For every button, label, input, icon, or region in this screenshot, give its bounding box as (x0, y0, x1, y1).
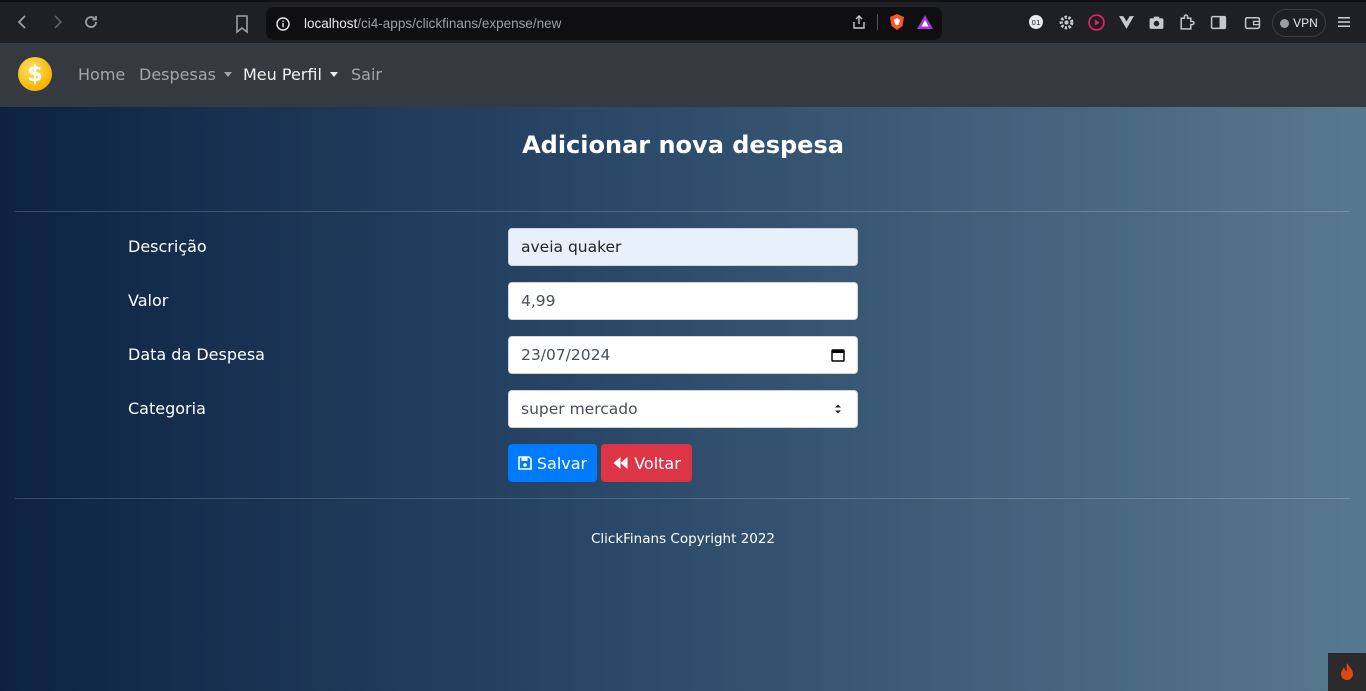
browser-toolbar: localhost/ci4-apps/clickfinans/expense/n… (0, 0, 1366, 43)
bookmark-icon[interactable] (230, 12, 254, 36)
camera-icon[interactable] (1146, 12, 1166, 32)
dollar-coin-logo[interactable]: $ (18, 57, 52, 91)
main-content: Adicionar nova despesa Descrição aveia q… (0, 107, 1366, 691)
app-navbar: $ Home Despesas Meu Perfil Sair (0, 43, 1366, 107)
vpn-label: VPN (1293, 16, 1318, 30)
salvar-label: Salvar (536, 453, 588, 473)
brand-symbol: $ (27, 61, 43, 87)
nav-despesas-label: Despesas (139, 65, 216, 84)
extensions-puzzle-icon[interactable] (1176, 12, 1196, 32)
record-icon[interactable] (1086, 12, 1106, 32)
nav-home-label: Home (78, 65, 126, 84)
backward-icon (613, 457, 628, 469)
vpn-status-icon (1280, 18, 1290, 28)
nav-meu-perfil-dropdown[interactable]: Meu Perfil (243, 65, 338, 84)
data-despesa-label: Data da Despesa (128, 345, 265, 364)
page-title: Adicionar nova despesa (522, 131, 844, 159)
valor-value: 4,99 (521, 292, 556, 310)
divider (15, 498, 1350, 499)
valor-input[interactable]: 4,99 (508, 282, 858, 320)
calendar-icon[interactable] (831, 348, 845, 362)
address-bar[interactable]: localhost/ci4-apps/clickfinans/expense/n… (266, 7, 942, 40)
brave-rewards-icon[interactable] (916, 13, 934, 31)
gear-icon[interactable] (1056, 12, 1076, 32)
svg-text:01: 01 (1032, 19, 1041, 27)
url-text: localhost/ci4-apps/clickfinans/expense/n… (304, 16, 561, 31)
voltar-label: Voltar (634, 453, 681, 473)
brave-shield-icon[interactable] (888, 13, 906, 31)
divider (15, 211, 1350, 212)
wallet-icon[interactable] (1242, 12, 1262, 32)
voltar-button[interactable]: Voltar (601, 444, 692, 482)
salvar-button[interactable]: Salvar (508, 444, 597, 482)
site-info-icon[interactable] (276, 16, 290, 31)
data-despesa-input[interactable]: 23/07/2024 (508, 336, 858, 374)
vue-devtools-icon[interactable] (1116, 12, 1136, 32)
categoria-select[interactable]: super mercado (508, 390, 858, 428)
vpn-button[interactable]: VPN (1272, 9, 1326, 37)
descricao-value: aveia quaker (521, 238, 622, 256)
extension-icon[interactable]: 01 (1026, 12, 1046, 32)
url-path: /ci4-apps/clickfinans/expense/new (357, 16, 562, 31)
codeigniter-debug-toolbar-icon[interactable] (1328, 653, 1366, 691)
nav-meu-perfil-label: Meu Perfil (243, 65, 322, 84)
forward-icon[interactable] (40, 5, 74, 39)
categoria-value: super mercado (521, 400, 638, 418)
menu-icon[interactable] (1334, 12, 1354, 32)
select-arrows-icon (835, 404, 841, 414)
footer-copyright: ClickFinans Copyright 2022 (590, 531, 776, 547)
url-host: localhost (304, 16, 358, 31)
back-icon[interactable] (6, 5, 40, 39)
valor-label: Valor (128, 291, 169, 310)
descricao-input[interactable]: aveia quaker (508, 228, 858, 266)
nav-sair[interactable]: Sair (351, 65, 382, 84)
caret-down-icon (329, 72, 338, 77)
descricao-label: Descrição (128, 237, 207, 256)
caret-down-icon (223, 72, 232, 77)
nav-despesas-dropdown[interactable]: Despesas (139, 65, 232, 84)
sidebar-icon[interactable] (1208, 12, 1228, 32)
save-icon (518, 456, 532, 470)
divider (877, 14, 878, 30)
data-despesa-value: 23/07/2024 (521, 346, 611, 364)
nav-home[interactable]: Home (78, 65, 125, 84)
nav-sair-label: Sair (351, 65, 382, 84)
share-icon[interactable] (851, 14, 867, 30)
reload-icon[interactable] (74, 5, 108, 39)
categoria-label: Categoria (128, 399, 206, 418)
